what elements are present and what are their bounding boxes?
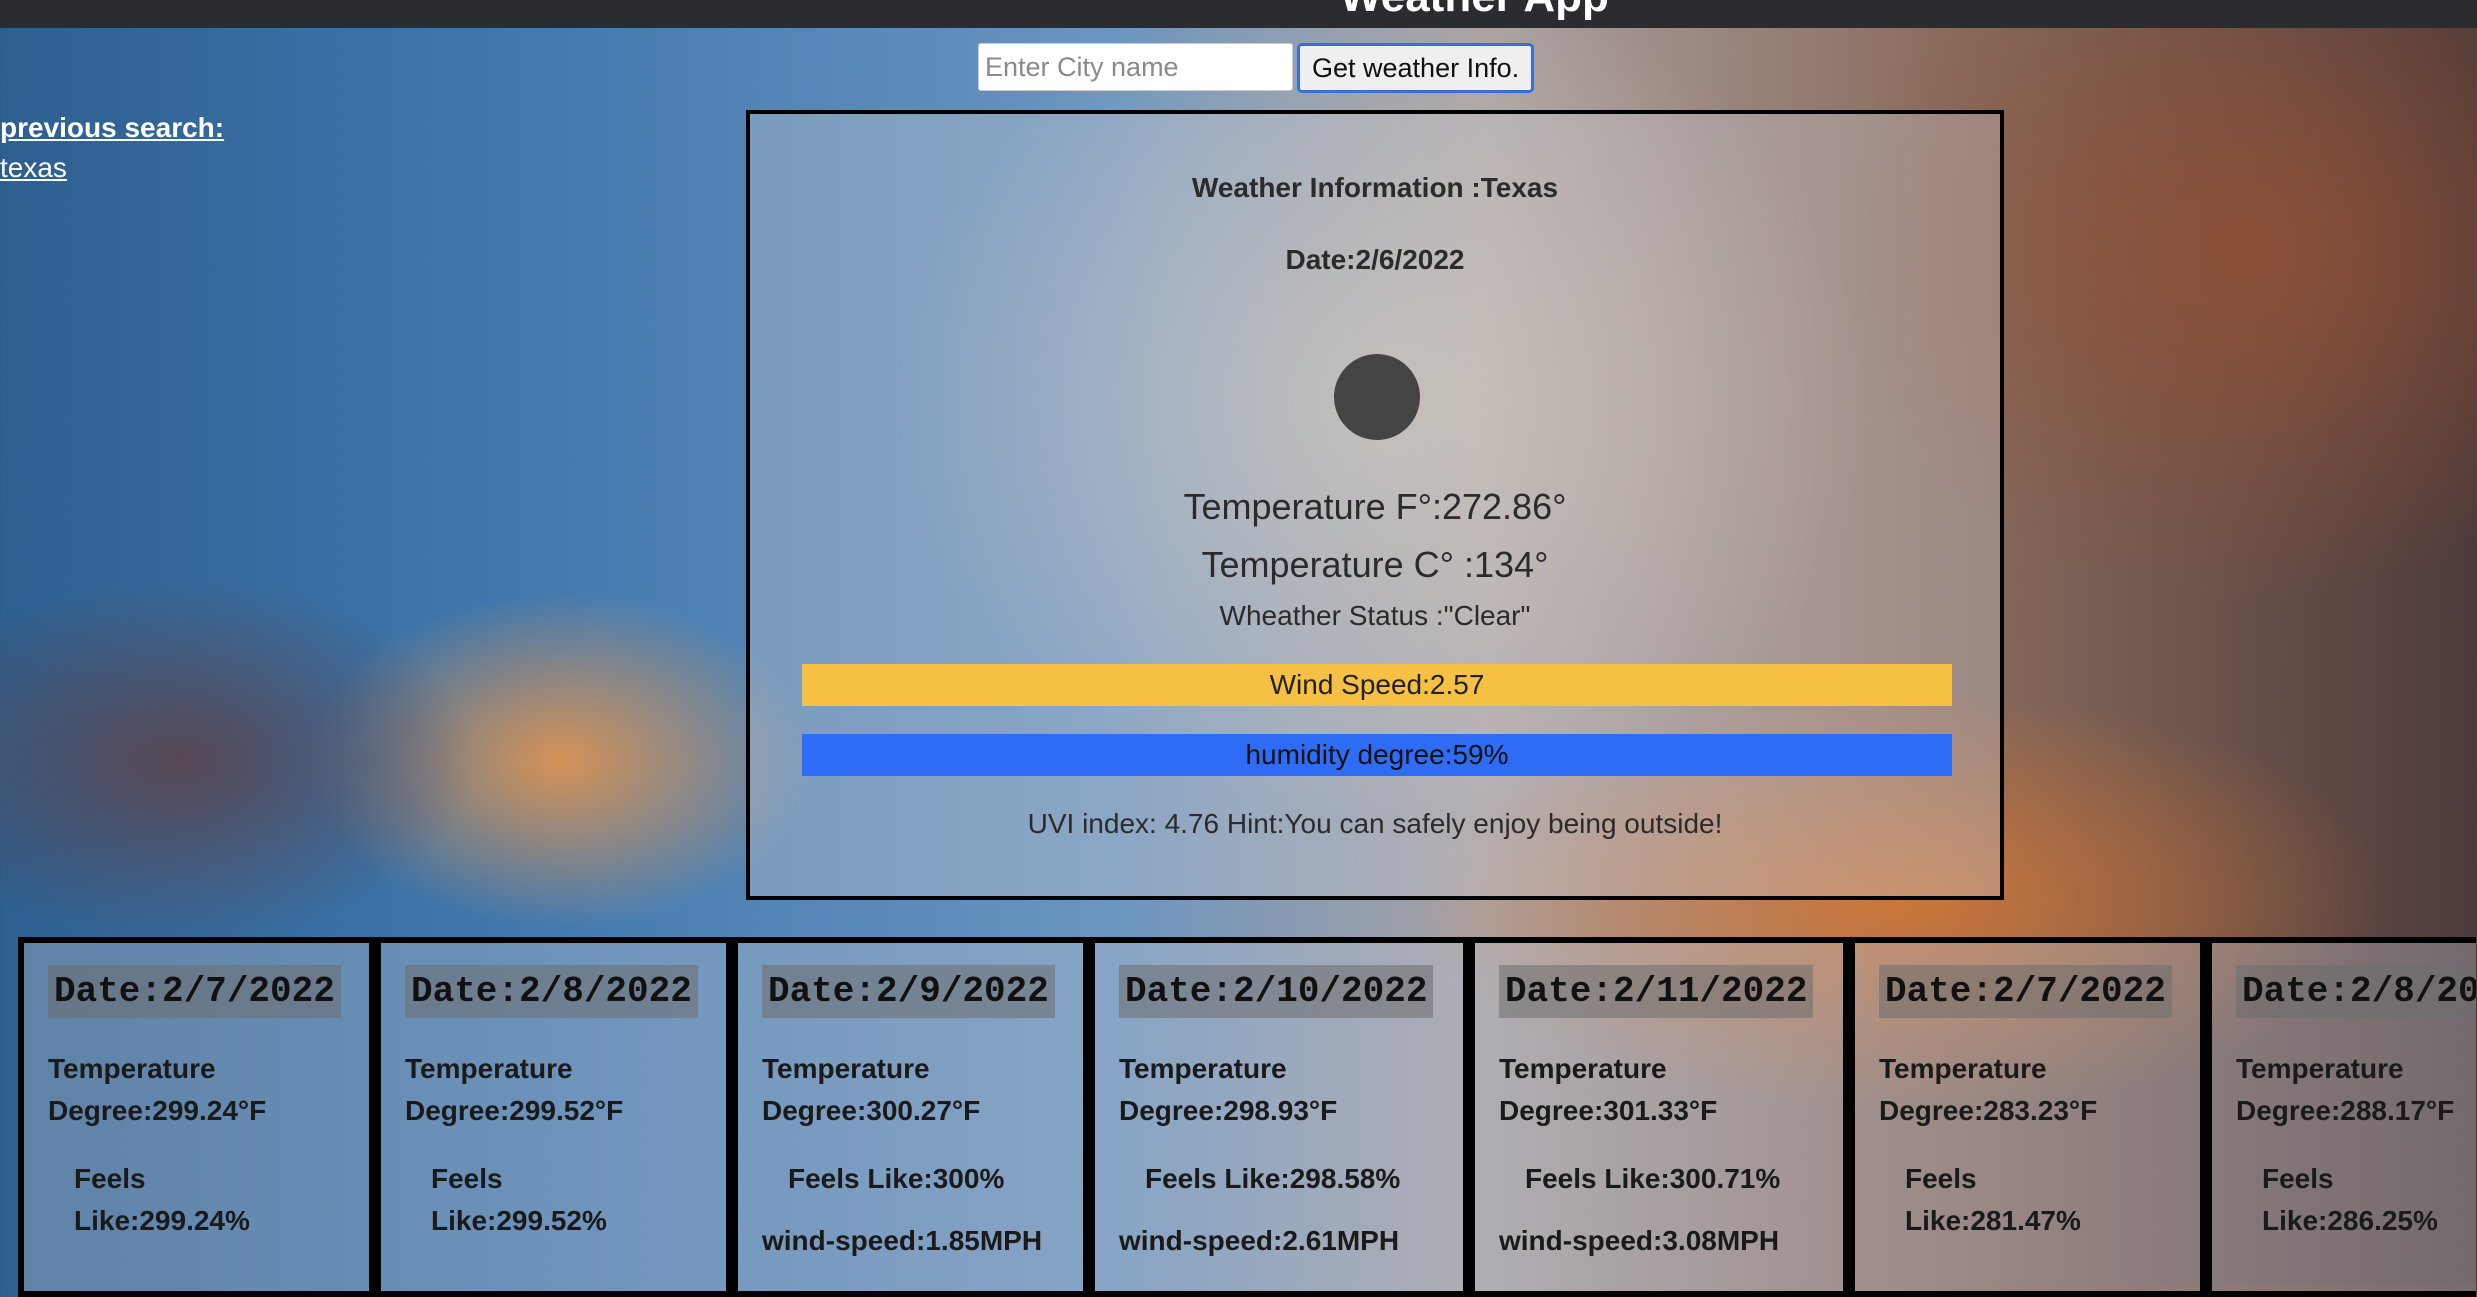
weather-status: Wheather Status :"Clear": [1219, 600, 1531, 631]
clear-sky-icon: [1334, 354, 1420, 440]
forecast-temperature: Temperature Degree:283.23°F: [1879, 1048, 2200, 1132]
forecast-feels-value: Like:286.25%: [2262, 1205, 2438, 1236]
humidity-bar: humidity degree:59%: [802, 734, 1952, 776]
forecast-feels-value: Like:299.52%: [431, 1205, 607, 1236]
forecast-temp-value: Degree:299.24°F: [48, 1095, 267, 1126]
forecast-feels-value: Like:299.24%: [74, 1205, 250, 1236]
forecast-temp-value: Degree:298.93°F: [1119, 1095, 1338, 1126]
forecast-card: Date:2/8/2022 Temperature Degree:299.52°…: [375, 937, 732, 1297]
forecast-temperature: Temperature Degree:288.17°F: [2236, 1048, 2476, 1132]
get-weather-button[interactable]: Get weather Info.: [1297, 43, 1535, 93]
forecast-feels-like: Feels Like:298.58%: [1145, 1163, 1401, 1194]
forecast-feels-label: Feels: [74, 1163, 146, 1194]
forecast-feels-like: Feels Like:300.71%: [1525, 1163, 1781, 1194]
forecast-temp-value: Degree:288.17°F: [2236, 1095, 2455, 1126]
forecast-feels-label: Feels: [2262, 1163, 2334, 1194]
forecast-temp-label: Temperature: [48, 1053, 216, 1084]
forecast-temp-value: Degree:299.52°F: [405, 1095, 624, 1126]
forecast-temperature: Temperature Degree:299.24°F: [48, 1048, 369, 1132]
forecast-date: Date:2/7/2022: [1879, 965, 2172, 1018]
forecast-temp-value: Degree:283.23°F: [1879, 1095, 2098, 1126]
forecast-card: Date:2/10/2022 Temperature Degree:298.93…: [1089, 937, 1469, 1297]
forecast-temp-label: Temperature: [2236, 1053, 2404, 1084]
forecast-temp-value: Degree:301.33°F: [1499, 1095, 1718, 1126]
weather-info-title: Weather Information :Texas: [1191, 172, 1559, 203]
temperature-c: Temperature C° :134°: [1201, 544, 1549, 585]
forecast-date: Date:2/9/2022: [762, 965, 1055, 1018]
forecast-wind-speed: wind-speed:2.61MPH: [1119, 1225, 1400, 1256]
forecast-temperature: Temperature Degree:298.93°F: [1119, 1048, 1463, 1132]
forecast-feels-like: Feels Like:299.52%: [405, 1158, 726, 1242]
forecast-temp-label: Temperature: [1879, 1053, 2047, 1084]
forecast-date: Date:2/8/2022: [2236, 965, 2476, 1018]
uvi-index: UVI index: 4.76 Hint:You can safely enjo…: [1027, 808, 1723, 839]
search-form: Get weather Info.: [978, 43, 1535, 93]
forecast-feels-label: Feels: [1905, 1163, 1977, 1194]
forecast-card: Date:2/11/2022 Temperature Degree:301.33…: [1469, 937, 1849, 1297]
forecast-date: Date:2/7/2022: [48, 965, 341, 1018]
app-title: Weather App: [1340, 0, 1609, 22]
forecast-feels-like: Feels Like:299.24%: [48, 1158, 369, 1242]
wind-speed-bar: Wind Speed:2.57: [802, 664, 1952, 706]
city-name-input[interactable]: [978, 43, 1293, 91]
forecast-feels-like: Feels Like:300%: [788, 1163, 1005, 1194]
forecast-feels-value: Like:281.47%: [1905, 1205, 2081, 1236]
forecast-wind-speed: wind-speed:3.08MPH: [1499, 1225, 1780, 1256]
forecast-temp-label: Temperature: [1119, 1053, 1287, 1084]
forecast-date: Date:2/11/2022: [1499, 965, 1814, 1018]
current-weather-card: Weather Information :Texas Date:2/6/2022…: [746, 110, 2004, 900]
forecast-feels-like: Feels Like:281.47%: [1879, 1158, 2200, 1242]
forecast-card: Date:2/7/2022 Temperature Degree:283.23°…: [1849, 937, 2206, 1297]
forecast-temp-value: Degree:300.27°F: [762, 1095, 981, 1126]
previous-search: previous search: texas: [0, 112, 224, 184]
forecast-temp-label: Temperature: [762, 1053, 930, 1084]
forecast-card: Date:2/9/2022 Temperature Degree:300.27°…: [732, 937, 1089, 1297]
forecast-temperature: Temperature Degree:301.33°F: [1499, 1048, 1843, 1132]
top-bar: Weather App: [0, 0, 2477, 28]
forecast-feels-label: Feels: [431, 1163, 503, 1194]
forecast-temperature: Temperature Degree:299.52°F: [405, 1048, 726, 1132]
forecast-temperature: Temperature Degree:300.27°F: [762, 1048, 1083, 1132]
forecast-feels-like: Feels Like:286.25%: [2236, 1158, 2476, 1242]
forecast-date: Date:2/10/2022: [1119, 965, 1434, 1018]
forecast-list: Date:2/7/2022 Temperature Degree:299.24°…: [18, 937, 2476, 1297]
forecast-wind-speed: wind-speed:1.85MPH: [762, 1225, 1043, 1256]
temperature-f: Temperature F°:272.86°: [1183, 486, 1567, 527]
forecast-date: Date:2/8/2022: [405, 965, 698, 1018]
previous-search-item[interactable]: texas: [0, 152, 224, 184]
forecast-card: Date:2/7/2022 Temperature Degree:299.24°…: [18, 937, 375, 1297]
forecast-temp-label: Temperature: [1499, 1053, 1667, 1084]
forecast-card: Date:2/8/2022 Temperature Degree:288.17°…: [2206, 937, 2476, 1297]
forecast-temp-label: Temperature: [405, 1053, 573, 1084]
current-date: Date:2/6/2022: [1285, 244, 1465, 275]
previous-search-heading: previous search:: [0, 112, 225, 143]
